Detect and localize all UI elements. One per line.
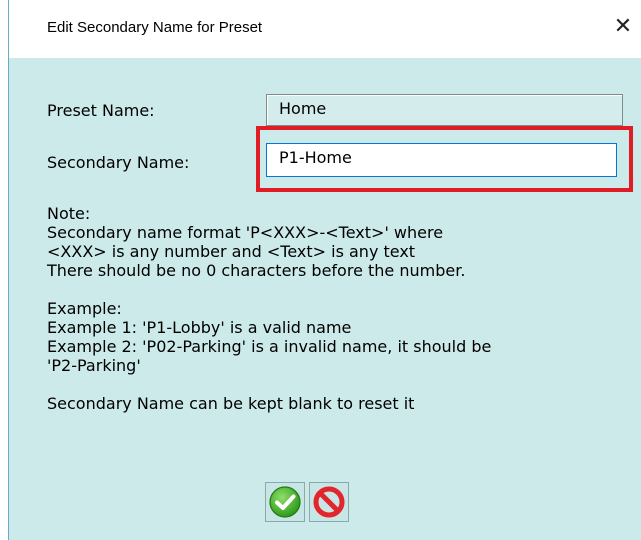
note-line: Example 2: 'P02-Parking' is a invalid na… xyxy=(47,337,492,356)
preset-name-field: Home xyxy=(266,94,623,126)
note-line: Example 1: 'P1-Lobby' is a valid name xyxy=(47,318,352,337)
note-line: There should be no 0 characters before t… xyxy=(47,261,466,280)
prohibited-icon xyxy=(313,486,345,518)
close-icon[interactable]: ✕ xyxy=(608,12,638,42)
note-blank-line xyxy=(47,375,627,394)
note-line: Example: xyxy=(47,299,122,318)
edit-secondary-name-dialog: Edit Secondary Name for Preset ✕ Preset … xyxy=(8,0,641,540)
cancel-button[interactable] xyxy=(309,482,349,522)
preset-name-label: Preset Name: xyxy=(47,101,155,120)
ok-button[interactable] xyxy=(265,482,305,522)
highlight-box xyxy=(256,126,633,192)
note-line: Note: xyxy=(47,204,91,223)
secondary-name-label: Secondary Name: xyxy=(47,153,190,172)
note-line: 'P2-Parking' xyxy=(47,356,141,375)
note-text: Note: Secondary name format 'P<XXX>-<Text… xyxy=(47,204,627,413)
note-line: Secondary name format 'P<XXX>-<Text>' wh… xyxy=(47,223,444,242)
title-bar[interactable]: Edit Secondary Name for Preset ✕ xyxy=(9,0,641,58)
note-blank-line xyxy=(47,280,627,299)
note-line: Secondary Name can be kept blank to rese… xyxy=(47,394,415,413)
note-line: <XXX> is any number and <Text> is any te… xyxy=(47,242,416,261)
window-title: Edit Secondary Name for Preset xyxy=(47,19,263,36)
check-icon xyxy=(269,486,301,518)
